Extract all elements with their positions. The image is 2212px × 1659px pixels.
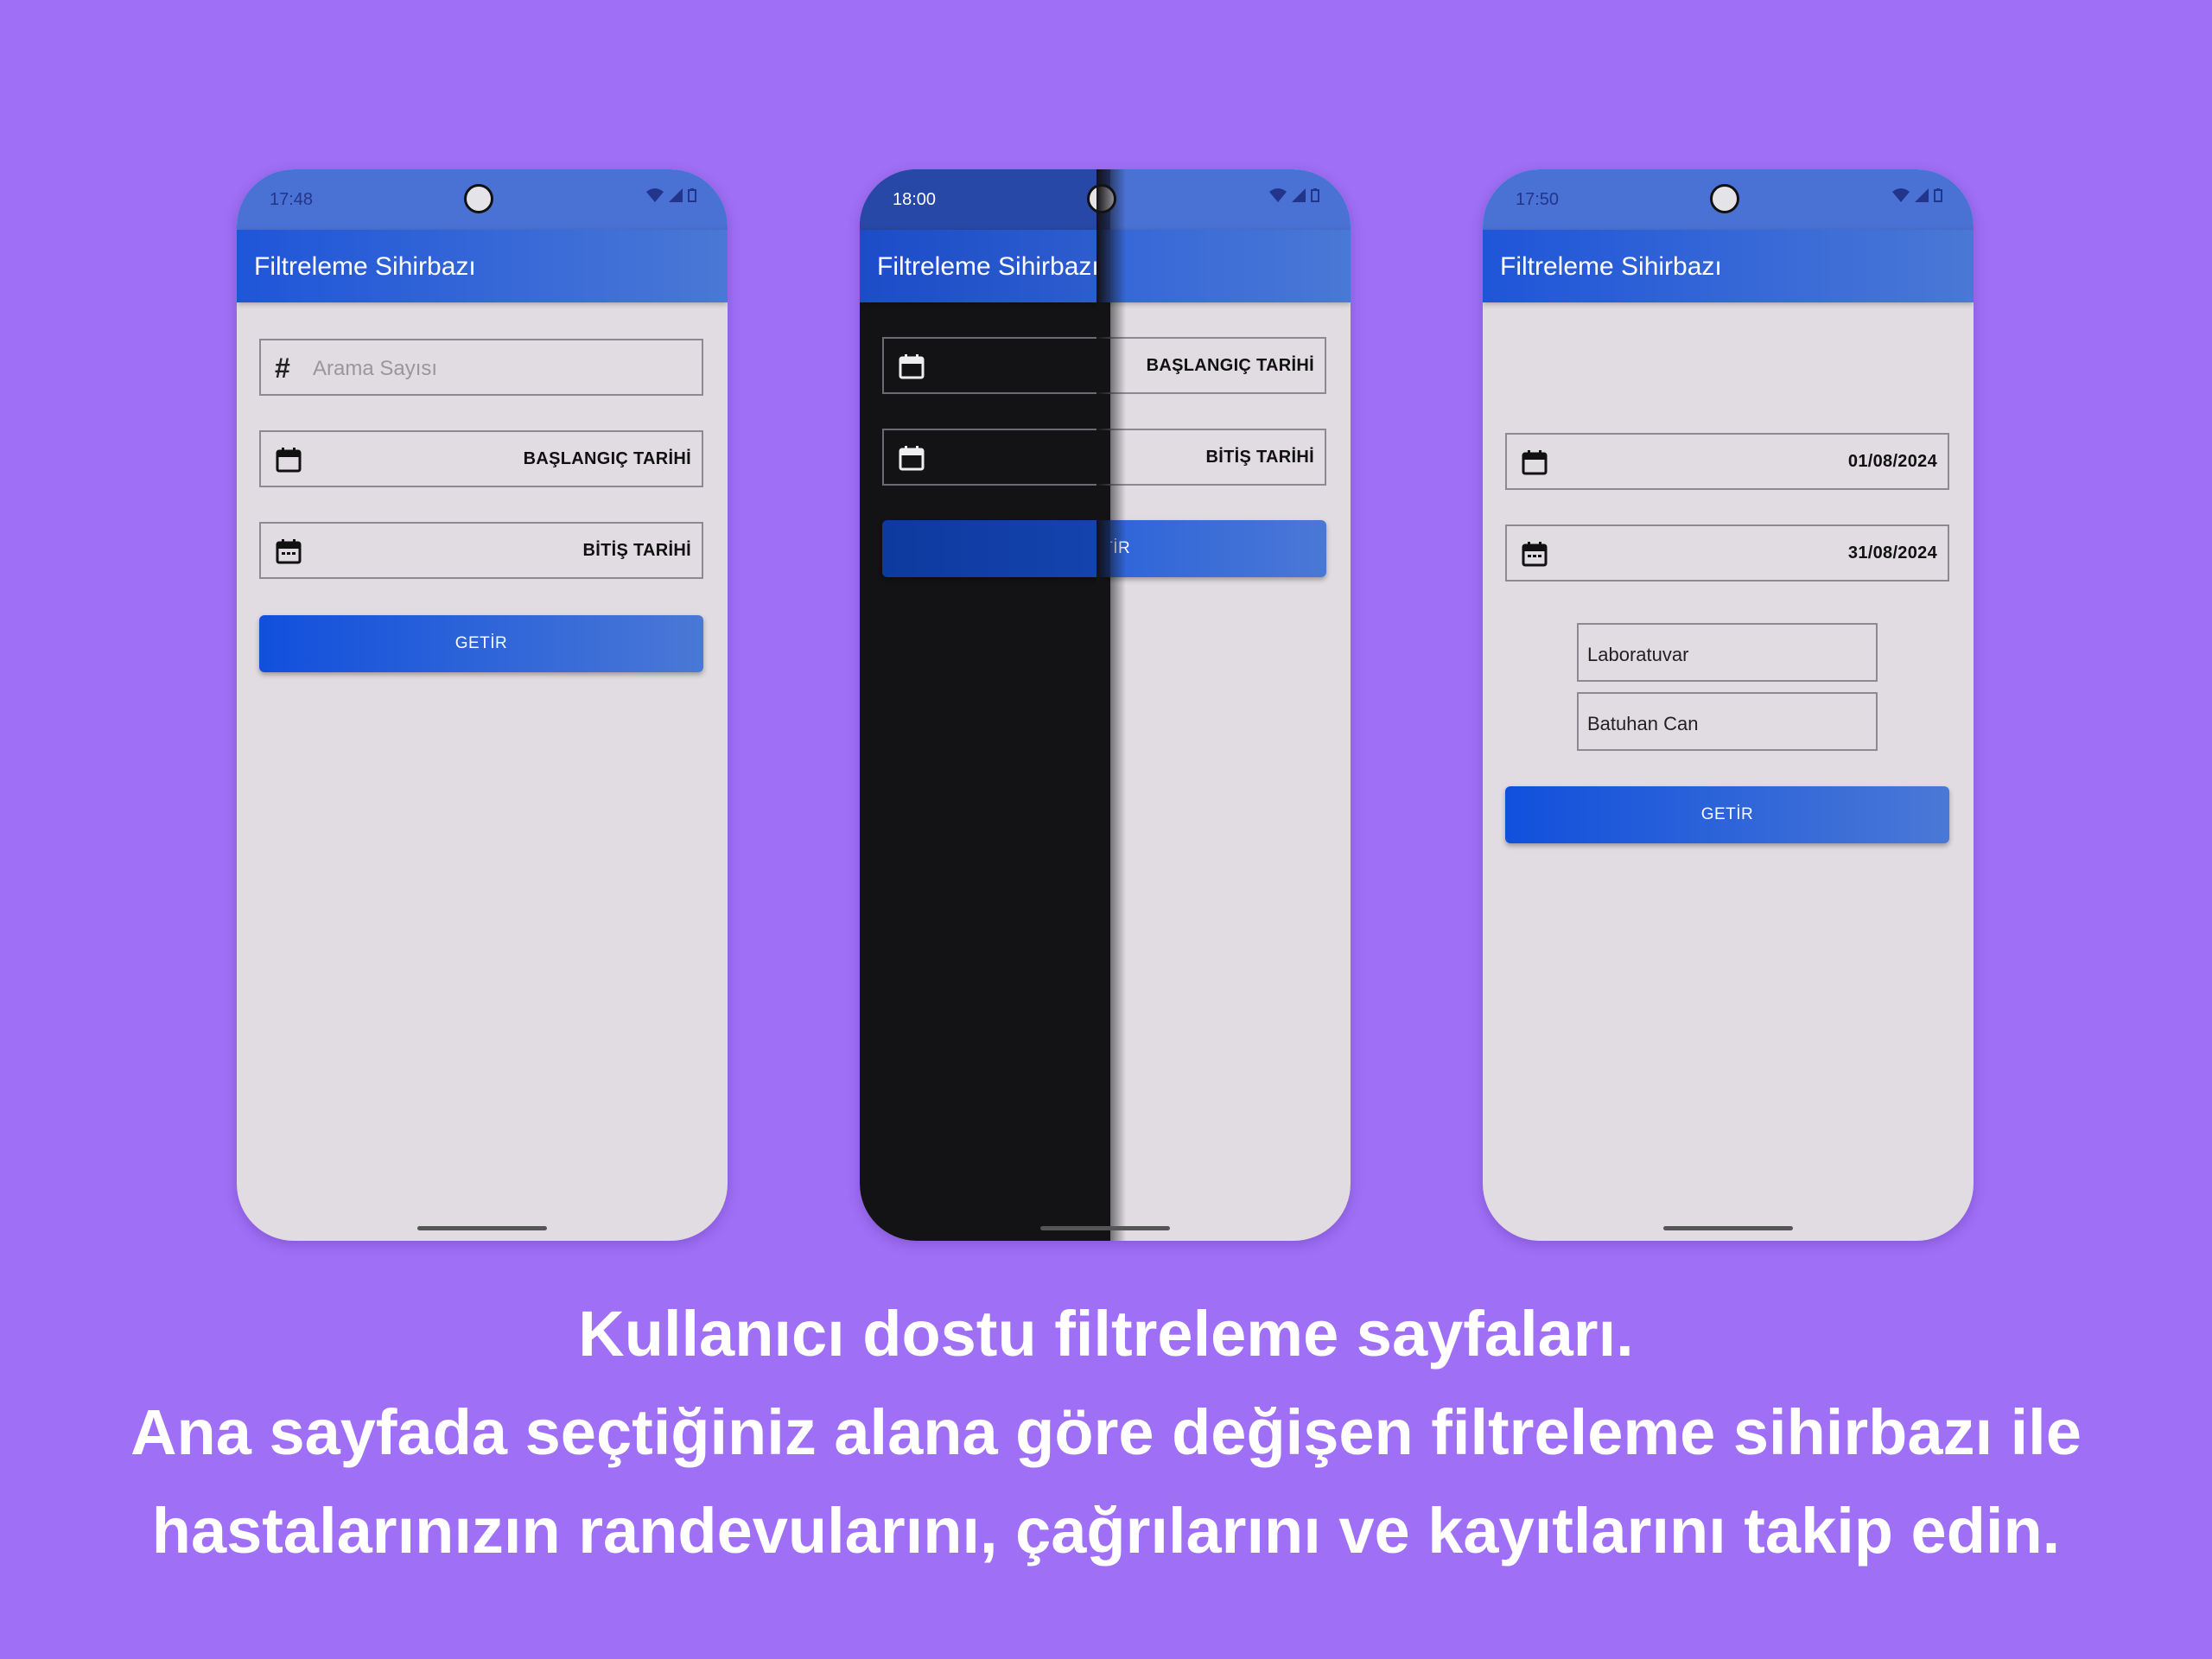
- system-icons: [1892, 188, 1942, 202]
- status-time: 17:48: [270, 190, 314, 209]
- end-date-field-dark[interactable]: [882, 429, 1110, 486]
- status-time: 18:00: [893, 190, 937, 209]
- app-title: Filtreleme Sihirbazı: [877, 252, 1099, 281]
- calendar-icon[interactable]: [1521, 448, 1548, 476]
- status-bar-dark: 18:00: [860, 169, 1110, 230]
- home-indicator[interactable]: [417, 1226, 547, 1230]
- status-bar: 17:48: [237, 169, 728, 230]
- battery-icon: [1934, 188, 1942, 202]
- hash-icon: #: [275, 353, 290, 384]
- start-date-field[interactable]: 01/08/2024: [1505, 433, 1949, 490]
- end-date-field[interactable]: BİTİŞ TARİHİ: [259, 522, 703, 579]
- end-date-value: 31/08/2024: [1847, 543, 1937, 563]
- wifi-icon: [1892, 188, 1910, 202]
- front-camera: [464, 184, 493, 213]
- system-icons: [646, 188, 696, 202]
- signal-icon: [1915, 188, 1929, 202]
- end-date-field[interactable]: 31/08/2024: [1505, 524, 1949, 582]
- app-bar: Filtreleme Sihirbazı: [237, 230, 728, 302]
- caption-line-3: hastalarınızın randevularını, çağrıların…: [151, 1495, 2061, 1567]
- wifi-icon: [1269, 188, 1287, 202]
- status-bar: 17:50: [1483, 169, 1974, 230]
- theme-split-shadow: [1096, 169, 1126, 1241]
- department-field[interactable]: Laboratuvar: [1577, 623, 1878, 682]
- battery-icon: [1311, 188, 1319, 202]
- caption-line-2: Ana sayfada seçtiğiniz alana göre değişe…: [130, 1396, 2082, 1468]
- person-field[interactable]: Batuhan Can: [1577, 692, 1878, 751]
- search-count-field[interactable]: #: [259, 339, 703, 396]
- end-date-label: BİTİŞ TARİHİ: [1205, 448, 1314, 467]
- status-time: 17:50: [1516, 190, 1560, 209]
- phone-screen-2: 18:00 Filtreleme Sihirbazı BAŞLANGIÇ TAR…: [860, 169, 1351, 1241]
- home-indicator[interactable]: [1663, 1226, 1793, 1230]
- system-icons: [1269, 188, 1319, 202]
- start-date-label: BAŞLANGIÇ TARİHİ: [1146, 356, 1314, 375]
- end-date-label: BİTİŞ TARİHİ: [582, 541, 691, 560]
- fetch-button[interactable]: GETİR: [259, 615, 703, 672]
- front-camera: [1710, 184, 1739, 213]
- dark-mode-overlay: 18:00 Filtreleme Sihirbazı: [860, 169, 1110, 1241]
- calendar-icon[interactable]: [1521, 540, 1548, 568]
- caption-line-1: Kullanıcı dostu filtreleme sayfaları.: [578, 1298, 1634, 1370]
- phone-screen-3: 17:50 Filtreleme Sihirbazı 01/08/2024 31…: [1483, 169, 1974, 1241]
- wifi-icon: [646, 188, 664, 202]
- app-bar: Filtreleme Sihirbazı: [1483, 230, 1974, 302]
- battery-icon: [688, 188, 696, 202]
- person-value: Batuhan Can: [1587, 713, 1699, 734]
- calendar-icon[interactable]: [898, 444, 925, 472]
- app-title: Filtreleme Sihirbazı: [1500, 252, 1722, 281]
- start-date-value: 01/08/2024: [1847, 452, 1937, 471]
- start-date-label: BAŞLANGIÇ TARİHİ: [523, 449, 691, 468]
- calendar-icon[interactable]: [275, 537, 302, 565]
- start-date-field[interactable]: BAŞLANGIÇ TARİHİ: [259, 430, 703, 487]
- home-indicator[interactable]: [1040, 1226, 1170, 1230]
- signal-icon: [1292, 188, 1306, 202]
- app-title: Filtreleme Sihirbazı: [254, 252, 476, 281]
- signal-icon: [669, 188, 683, 202]
- app-bar-dark: Filtreleme Sihirbazı: [860, 230, 1110, 302]
- dark-theme-screen: 18:00 Filtreleme Sihirbazı: [860, 169, 1110, 1241]
- fetch-button-dark[interactable]: [882, 520, 1110, 577]
- calendar-icon[interactable]: [898, 353, 925, 380]
- fetch-button[interactable]: GETİR: [1505, 786, 1949, 843]
- calendar-icon[interactable]: [275, 446, 302, 474]
- department-value: Laboratuvar: [1587, 644, 1689, 665]
- phone-screen-1: 17:48 Filtreleme Sihirbazı # BAŞLANGIÇ T…: [237, 169, 728, 1241]
- start-date-field-dark[interactable]: [882, 337, 1110, 394]
- search-count-input[interactable]: [311, 349, 677, 389]
